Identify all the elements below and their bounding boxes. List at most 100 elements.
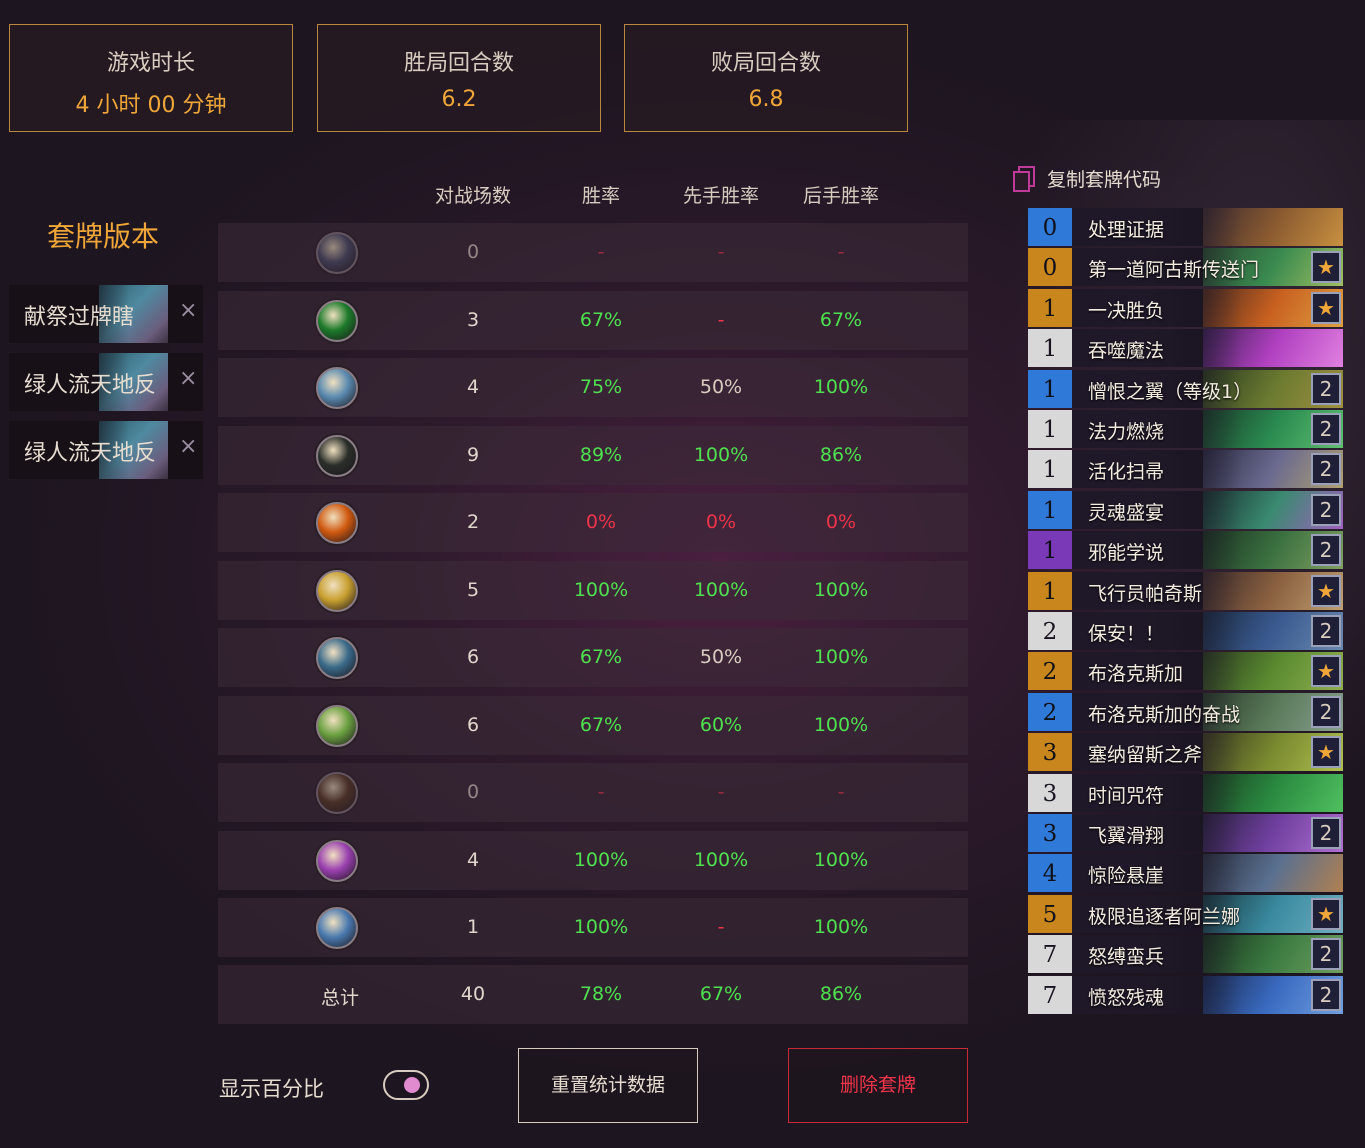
rogue-class-icon [316, 839, 358, 882]
warlock-class-icon [316, 772, 358, 814]
total-label: 总计 [320, 987, 359, 1009]
card-name: 飞行员帕奇斯 [1088, 582, 1203, 605]
legendary-star-icon: ★ [1311, 574, 1341, 607]
mage-class-icon [316, 502, 358, 544]
deck-card[interactable]: 1 一决胜负 ★ [1028, 288, 1343, 327]
card-name: 保安！！ [1088, 623, 1165, 645]
card-name: 处理证据 [1088, 219, 1165, 241]
deck-card[interactable]: 7 愤怒残魂 2 [1028, 975, 1343, 1014]
table-row: 4 100% 100% 100% [218, 830, 968, 890]
card-name: 极限追逐者阿兰娜 [1088, 905, 1241, 928]
card-cost: 1 [1028, 329, 1072, 368]
deck-card[interactable]: 3 时间咒符 [1028, 773, 1343, 812]
death-knight-class-icon [316, 232, 358, 274]
show-percent-toggle[interactable] [383, 1070, 429, 1100]
card-name: 布洛克斯加 [1088, 663, 1184, 686]
total-winrate: 78% [579, 983, 623, 1005]
priest-class-icon [316, 637, 358, 679]
cell-games: 6 [466, 713, 480, 736]
delete-deck-button[interactable]: 删除套牌 [788, 1048, 968, 1123]
deck-card[interactable]: 1 活化扫帚 2 [1028, 450, 1343, 489]
cell-winrate: 67% [579, 646, 623, 668]
card-cost: 1 [1028, 410, 1072, 448]
deck-card[interactable]: 1 法力燃烧 2 [1028, 410, 1343, 448]
card-cost: 0 [1028, 248, 1072, 287]
cell-first-winrate: - [717, 781, 725, 803]
cell-second-winrate: 100% [813, 376, 869, 398]
close-icon[interactable]: × [179, 434, 197, 459]
close-icon[interactable]: × [179, 366, 197, 391]
card-name: 惊险悬崖 [1088, 865, 1165, 888]
copy-deck-code-button[interactable]: 复制套牌代码 [1013, 165, 1161, 192]
card-name: 愤怒残魂 [1088, 986, 1165, 1009]
card-name: 憎恨之翼（等级1） [1088, 380, 1253, 403]
deck-card[interactable]: 1 灵魂盛宴 2 [1028, 490, 1343, 529]
header-first-winrate: 先手胜率 [682, 185, 759, 207]
cell-second-winrate: - [837, 241, 845, 263]
cell-first-winrate: - [717, 241, 725, 263]
deck-card[interactable]: 3 塞纳留斯之斧 ★ [1028, 733, 1343, 772]
table-row: 5 100% 100% 100% [218, 560, 968, 620]
card-count-badge: 2 [1311, 615, 1341, 647]
deck-card[interactable]: 1 吞噬魔法 [1028, 329, 1343, 368]
header-games: 对战场数 [434, 185, 511, 207]
card-count-badge: 2 [1311, 978, 1341, 1011]
cell-second-winrate: 0% [825, 511, 857, 533]
deck-version-name: 绿人流天地反 [24, 373, 157, 398]
cell-winrate: 67% [579, 308, 623, 331]
deck-card[interactable]: 1 邪能学说 2 [1028, 531, 1343, 570]
deck-version-item[interactable]: 绿人流天地反 × [9, 421, 203, 479]
legendary-star-icon: ★ [1311, 655, 1341, 688]
card-count-badge: 2 [1311, 372, 1341, 405]
legendary-star-icon: ★ [1311, 897, 1341, 930]
cell-second-winrate: 86% [819, 443, 863, 466]
cell-games: 0 [466, 241, 480, 263]
total-first-winrate: 67% [699, 983, 743, 1005]
stat-label: 胜局回合数 [403, 51, 514, 76]
cell-winrate: 100% [573, 916, 629, 938]
cell-first-winrate: 100% [693, 443, 749, 466]
cell-second-winrate: - [837, 781, 845, 803]
card-count-badge: 2 [1311, 453, 1341, 486]
legendary-star-icon: ★ [1311, 736, 1341, 769]
deck-card[interactable]: 2 布洛克斯加 ★ [1028, 652, 1343, 691]
cell-second-winrate: 100% [813, 646, 869, 668]
cell-winrate: 100% [573, 578, 629, 601]
card-cost: 3 [1028, 773, 1072, 812]
deck-version-item[interactable]: 献祭过牌瞎 × [9, 285, 203, 343]
deck-card[interactable]: 0 处理证据 [1028, 208, 1343, 246]
deck-card[interactable]: 1 飞行员帕奇斯 ★ [1028, 571, 1343, 610]
deck-card[interactable]: 1 憎恨之翼（等级1） 2 [1028, 369, 1343, 408]
card-cost: 3 [1028, 814, 1072, 852]
druid-class-icon [316, 367, 358, 409]
deck-versions-title: 套牌版本 [47, 220, 160, 253]
deck-version-item[interactable]: 绿人流天地反 × [9, 353, 203, 411]
cell-games: 5 [466, 578, 480, 601]
deck-card[interactable]: 3 飞翼滑翔 2 [1028, 814, 1343, 852]
card-name: 飞翼滑翔 [1088, 825, 1165, 847]
cell-winrate: 100% [573, 848, 629, 871]
deck-card[interactable]: 5 极限追逐者阿兰娜 ★ [1028, 894, 1343, 933]
deck-card[interactable]: 2 布洛克斯加的奋战 2 [1028, 692, 1343, 731]
cell-first-winrate: 50% [699, 646, 743, 668]
card-cost: 1 [1028, 450, 1072, 489]
card-cost: 2 [1028, 652, 1072, 691]
deck-card[interactable]: 7 怒缚蛮兵 2 [1028, 935, 1343, 974]
reset-stats-button[interactable]: 重置统计数据 [518, 1048, 698, 1123]
stat-win-turns: 胜局回合数 6.2 [317, 24, 601, 132]
stat-game-duration: 游戏时长 4 小时 00 分钟 [9, 24, 293, 132]
deck-card[interactable]: 2 保安！！ 2 [1028, 612, 1343, 650]
cell-games: 6 [466, 646, 480, 668]
hunter-class-icon [316, 434, 358, 477]
card-cost: 7 [1028, 935, 1072, 974]
total-games: 40 [460, 983, 486, 1005]
toggle-knob [404, 1077, 420, 1093]
close-icon[interactable]: × [179, 298, 197, 323]
cell-first-winrate: 60% [699, 713, 743, 736]
deck-card[interactable]: 0 第一道阿古斯传送门 ★ [1028, 248, 1343, 287]
card-name: 塞纳留斯之斧 [1088, 744, 1203, 767]
deck-card[interactable]: 4 惊险悬崖 [1028, 854, 1343, 893]
cell-first-winrate: 100% [693, 578, 749, 601]
card-name: 邪能学说 [1088, 542, 1165, 565]
cell-winrate: 0% [585, 511, 617, 533]
